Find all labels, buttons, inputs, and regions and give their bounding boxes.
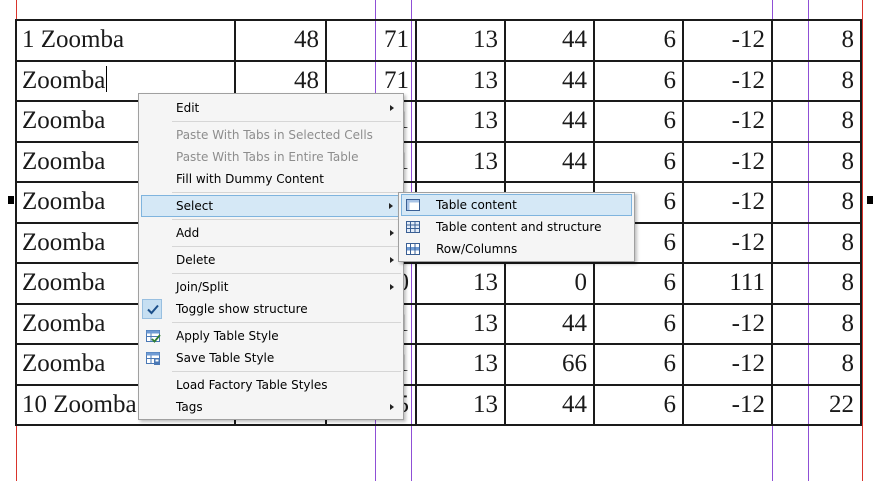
submenu-item-row-columns[interactable]: Row/Columns: [399, 238, 634, 260]
table-cell-value[interactable]: -12: [682, 383, 773, 426]
table-cell-value[interactable]: -12: [682, 181, 773, 224]
table-cell-value[interactable]: 44: [504, 19, 595, 62]
table-cell-value[interactable]: -12: [682, 302, 773, 345]
table-structure-icon: [406, 221, 420, 233]
menu-item-select[interactable]: Select: [141, 195, 401, 217]
table-cell-value[interactable]: 44: [504, 140, 595, 183]
table-cell-value[interactable]: 13: [415, 383, 506, 426]
table-cell-value[interactable]: 13: [415, 343, 506, 386]
table-cell-value[interactable]: 111: [682, 262, 773, 305]
table-cell-value[interactable]: 8: [771, 140, 862, 183]
submenu-arrow-icon: [390, 257, 394, 263]
table-cell-value[interactable]: 6: [593, 302, 684, 345]
table-cell-value[interactable]: -12: [682, 221, 773, 264]
menu-separator: [172, 246, 401, 247]
table-cell-value[interactable]: 8: [771, 221, 862, 264]
menu-separator: [172, 371, 401, 372]
menu-item-fill-dummy-content[interactable]: Fill with Dummy Content: [139, 168, 403, 190]
table-cell-value[interactable]: 8: [771, 59, 862, 102]
menu-item-add[interactable]: Add: [139, 222, 403, 244]
submenu-arrow-icon: [389, 203, 393, 209]
frame-handle-right[interactable]: [867, 196, 873, 204]
table-cell-value[interactable]: 8: [771, 302, 862, 345]
table-cell-value[interactable]: 6: [593, 383, 684, 426]
table-cell-value[interactable]: 8: [771, 343, 862, 386]
table-cell-value[interactable]: 44: [504, 302, 595, 345]
table-cell-value[interactable]: 13: [415, 19, 506, 62]
table-cell-value[interactable]: 8: [771, 19, 862, 62]
table-cell-value[interactable]: 48: [234, 19, 327, 62]
menu-item-paste-entire-table: Paste With Tabs in Entire Table: [176, 150, 359, 164]
menu-item-edit[interactable]: Edit: [139, 97, 403, 119]
table-cell-value[interactable]: 6: [593, 100, 684, 143]
table-cell-value[interactable]: 6: [593, 343, 684, 386]
table-cell-value[interactable]: -12: [682, 19, 773, 62]
save-table-style-icon: [146, 352, 160, 365]
menu-separator: [172, 273, 401, 274]
table-cell-value[interactable]: 71: [325, 19, 417, 62]
row-columns-icon: [406, 243, 420, 255]
table-cell-value[interactable]: 13: [415, 302, 506, 345]
table-cell-value[interactable]: 13: [415, 59, 506, 102]
table-cell-value[interactable]: 6: [593, 140, 684, 183]
text-cursor: [106, 66, 108, 93]
submenu-item-table-content[interactable]: Table content: [401, 194, 632, 216]
table-cell-value[interactable]: 8: [771, 100, 862, 143]
table-cell-value[interactable]: 13: [415, 262, 506, 305]
menu-item-toggle-show-structure[interactable]: Toggle show structure: [139, 298, 403, 320]
table-cell-value[interactable]: 13: [415, 140, 506, 183]
menu-item-tags[interactable]: Tags: [139, 396, 403, 418]
table-cell-value[interactable]: 44: [504, 100, 595, 143]
table-row: 1 Zoomba 48 71 13 44 6 -12 8: [15, 19, 862, 62]
table-cell-value[interactable]: 22: [771, 383, 862, 426]
submenu-arrow-icon: [390, 284, 394, 290]
submenu-arrow-icon: [390, 230, 394, 236]
menu-item-paste-selected-cells: Paste With Tabs in Selected Cells: [176, 128, 373, 142]
menu-separator: [172, 192, 401, 193]
submenu-arrow-icon: [390, 404, 394, 410]
table-cell-value[interactable]: 44: [504, 383, 595, 426]
submenu-item-table-content-and-structure[interactable]: Table content and structure: [399, 216, 634, 238]
submenu-arrow-icon: [390, 105, 394, 111]
menu-separator: [172, 121, 401, 122]
menu-separator: [172, 322, 401, 323]
table-cell-value[interactable]: 6: [593, 262, 684, 305]
table-cell-value[interactable]: -12: [682, 343, 773, 386]
menu-item-apply-table-style[interactable]: Apply Table Style: [139, 325, 403, 347]
table-cell-value[interactable]: -12: [682, 59, 773, 102]
table-content-icon: [406, 199, 420, 211]
table-cell-value[interactable]: -12: [682, 100, 773, 143]
checkmark-icon: [147, 304, 159, 315]
table-cell-name[interactable]: 1 Zoomba: [15, 19, 236, 62]
table-cell-value[interactable]: 0: [504, 262, 595, 305]
menu-item-delete[interactable]: Delete: [139, 249, 403, 271]
table-cell-value[interactable]: 6: [593, 19, 684, 62]
frame-handle-left[interactable]: [8, 196, 14, 204]
context-menu: Edit Paste With Tabs in Selected Cells P…: [138, 93, 404, 420]
table-cell-value[interactable]: 66: [504, 343, 595, 386]
menu-item-load-factory-table-styles[interactable]: Load Factory Table Styles: [139, 374, 403, 396]
table-cell-value[interactable]: 13: [415, 100, 506, 143]
menu-item-join-split[interactable]: Join/Split: [139, 276, 403, 298]
table-cell-value[interactable]: -12: [682, 140, 773, 183]
table-cell-value[interactable]: 44: [504, 59, 595, 102]
apply-table-style-icon: [146, 330, 161, 343]
table-cell-value[interactable]: 8: [771, 181, 862, 224]
table-cell-value[interactable]: 8: [771, 262, 862, 305]
menu-item-save-table-style[interactable]: Save Table Style: [139, 347, 403, 369]
select-submenu: Table content Table content and structur…: [398, 192, 635, 262]
margin-guide-right: [862, 0, 863, 481]
table-cell-value[interactable]: 6: [593, 59, 684, 102]
menu-separator: [172, 219, 401, 220]
